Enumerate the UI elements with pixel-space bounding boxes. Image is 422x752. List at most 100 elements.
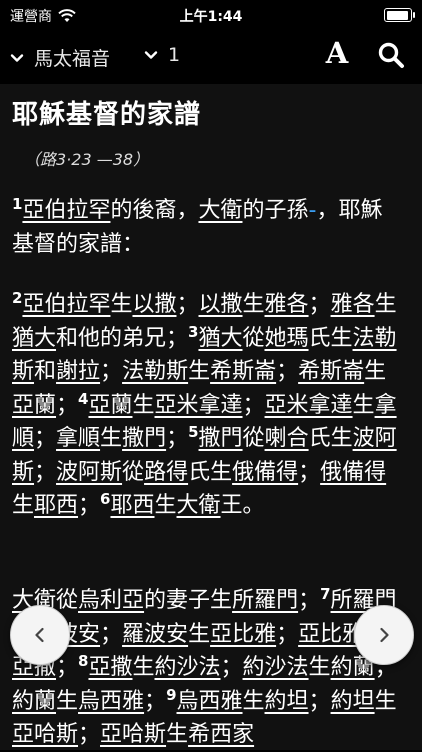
name-link[interactable]: 約沙法 [243,655,309,680]
verse-text: ； [298,459,321,485]
verse-text: 生 [154,493,177,518]
name-link[interactable]: 烏利亞 [78,588,144,613]
chevron-down-icon [144,51,158,59]
name-link[interactable]: 以撒 [199,292,243,317]
chapter-number: 1 [168,44,181,66]
battery-level [386,10,409,20]
verse-number[interactable]: 4 [78,390,88,408]
reader-toolbar: 馬太福音 1 A [0,30,422,82]
verse-text: ； [56,655,79,680]
verse-text: 王。 [220,493,265,518]
verse-text: ； [100,621,123,647]
name-link[interactable]: 喇合 [265,426,309,451]
name-link[interactable]: 約坦 [265,689,309,714]
name-link[interactable]: 約沙法 [155,655,221,680]
verse-text: ； [78,722,101,747]
name-link[interactable]: 她瑪 [265,326,309,351]
verse-text: 和 [34,359,57,384]
verse-number[interactable]: 5 [188,423,198,441]
paragraph-3: 大衛從烏利亞的妻子生所羅門；7所羅門生羅波安；羅波安生亞比雅；亞比雅生亞撒；8亞… [12,584,404,752]
verse-text: ； [276,621,299,647]
cross-reference[interactable]: （路3·23 —38） [24,146,149,170]
previous-chapter-button[interactable] [10,605,70,665]
chapter-selector[interactable]: 1 [142,44,180,66]
verse-number[interactable]: 8 [78,652,88,670]
name-link[interactable]: 俄備得 [320,460,386,485]
battery-icon [384,8,415,22]
name-link[interactable]: 所羅門 [232,588,298,613]
name-link[interactable]: 謝拉 [56,359,100,384]
name-link[interactable]: 以撒 [132,292,176,317]
name-link[interactable]: 亞哈斯 [100,722,166,747]
verse-text: 生 [166,722,189,747]
status-time: 上午1:44 [179,9,243,25]
search-icon[interactable] [376,40,406,70]
name-link[interactable]: 亞哈斯 [12,722,78,747]
verse-text: 生 [110,292,133,317]
verse-number[interactable]: 9 [166,686,176,704]
verse-text: ； [34,426,57,451]
name-link[interactable]: 拿順 [56,426,100,451]
verse-text: 生 [374,688,397,714]
name-link[interactable]: 烏西雅 [78,689,144,714]
verse-text: 生 [188,359,211,384]
verse-number[interactable]: 1 [12,195,22,213]
name-link[interactable]: 亞比雅 [210,622,276,647]
name-link[interactable]: 耶西 [34,493,78,518]
verse-text: 氏生 [188,459,233,485]
verse-text: 生 [242,688,265,714]
name-link[interactable]: 約坦 [331,689,375,714]
name-link[interactable]: 亞米拿達 [155,393,243,418]
name-link[interactable]: 羅波安 [122,622,188,647]
name-link[interactable]: 約蘭 [12,689,56,714]
name-link[interactable]: 大衛 [198,198,242,223]
name-link[interactable]: 猶大 [12,326,56,351]
chevron-right-icon [380,627,389,643]
name-link[interactable]: 法勒斯 [122,359,188,384]
name-link[interactable]: 烏西雅 [177,689,243,714]
font-size-button[interactable]: A [320,36,354,74]
name-link[interactable]: 希斯崙 [298,359,364,384]
name-link[interactable]: 希西家 [188,722,254,747]
verse-number[interactable]: 7 [320,585,330,603]
name-link[interactable]: 撒門 [122,426,166,451]
name-link[interactable]: 撒門 [199,426,243,451]
verse-text: ； [276,359,299,384]
name-link[interactable]: 俄備得 [232,460,298,485]
name-link[interactable]: 亞撒 [88,655,132,680]
paragraph-1: 1亞伯拉罕的後裔，大衛的子孫-，耶穌基督的家譜： [12,194,404,261]
name-link[interactable]: 亞伯拉罕 [22,198,110,223]
next-chapter-button[interactable] [354,605,414,665]
name-link[interactable]: 波阿斯 [56,460,122,485]
verse-number[interactable]: 2 [12,289,22,307]
name-link[interactable]: 猶大 [198,326,242,351]
verse-text: 的子孫 [242,198,309,223]
verse-text: 從 [242,325,265,351]
verse-text: ； [34,459,57,485]
name-link[interactable]: 雅各 [331,292,375,317]
verse-text: ； [220,655,243,680]
paragraph-2: 2亞伯拉罕生以撒；以撒生雅各；雅各生猶大和他的弟兄；3猶大從她瑪氏生法勒斯和謝拉… [12,288,404,523]
section-title: 耶穌基督的家譜 [12,100,202,130]
name-link[interactable]: 希斯崙 [210,359,276,384]
verse-text: 生 [352,392,375,418]
name-link[interactable]: 雅各 [265,292,309,317]
name-link[interactable]: 路得 [144,460,188,485]
verse-text: 和他的弟兄； [56,325,189,351]
name-link[interactable]: 大衛 [177,493,221,518]
verse-text: ； [176,292,199,317]
name-link[interactable]: 亞伯拉罕 [22,292,110,317]
verse-text: 從 [242,426,265,451]
name-link[interactable]: 亞蘭 [12,393,56,418]
status-right [384,8,415,22]
book-name: 馬太福音 [34,48,111,70]
verse-text: 的妻子生 [144,588,233,613]
name-link[interactable]: 亞蘭 [88,393,132,418]
verse-number[interactable]: 3 [188,323,198,341]
verse-number[interactable]: 6 [100,490,110,508]
book-selector[interactable]: 馬太福音 [8,44,110,71]
name-link[interactable]: 亞米拿達 [265,393,353,418]
name-link[interactable]: 耶西 [110,493,154,518]
verse-text: ； [166,426,189,451]
verse-text: 生 [374,292,397,317]
